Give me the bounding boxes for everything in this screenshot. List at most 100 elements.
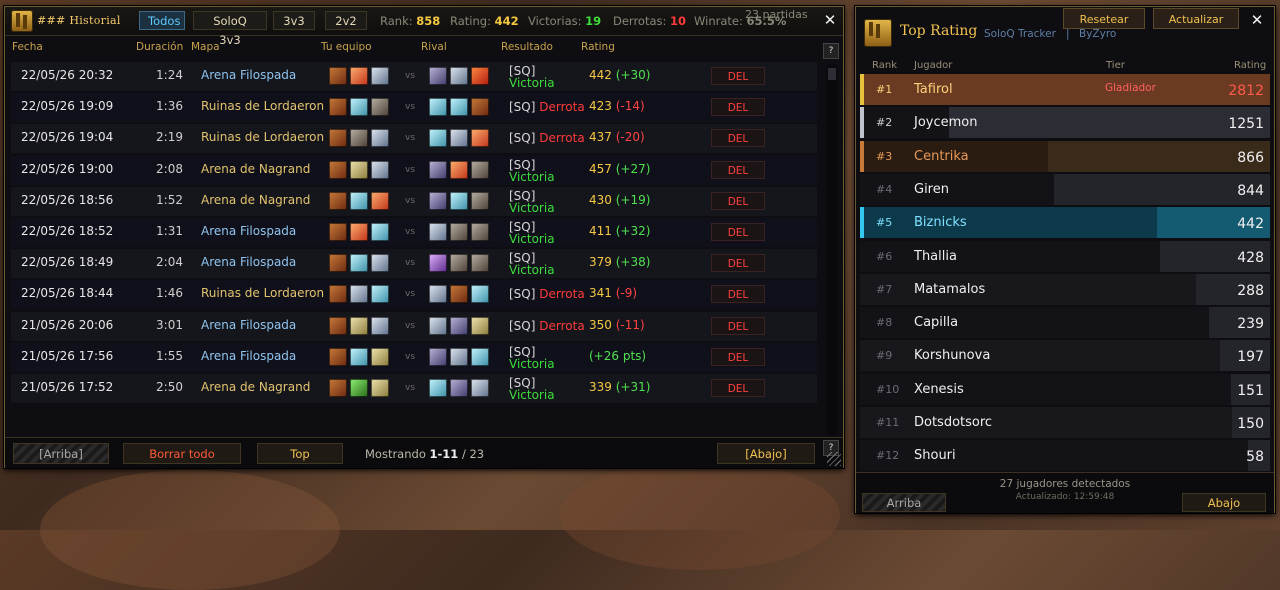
col-jugador: Jugador xyxy=(914,60,953,71)
leaderboard-row[interactable]: #3 Centrika 866 xyxy=(860,140,1270,172)
shaman-icon xyxy=(350,379,368,397)
leaderboard-row[interactable]: #8 Capilla 239 xyxy=(860,307,1270,339)
delete-button[interactable]: DEL xyxy=(711,98,765,117)
actualizar-button[interactable]: Actualizar xyxy=(1153,8,1239,29)
leaderboard-row[interactable]: #9 Korshunova 197 xyxy=(860,340,1270,372)
match-duration: 1:36 xyxy=(156,99,183,114)
rogue-icon xyxy=(371,285,389,304)
vs-label: vs xyxy=(405,258,416,269)
player-rank: #1 xyxy=(876,83,893,96)
priest-icon xyxy=(429,160,447,179)
player-name: Korshunova xyxy=(914,348,991,364)
warrior-icon xyxy=(371,67,389,85)
player-name: Biznicks xyxy=(914,215,967,231)
priest-icon xyxy=(429,67,447,85)
rank-accent xyxy=(860,207,864,239)
scrollbar[interactable] xyxy=(827,65,837,435)
rogue-icon xyxy=(350,98,368,117)
filter-button-3[interactable]: 2v2 xyxy=(325,11,367,30)
match-map: Arena Filospada xyxy=(201,348,297,363)
player-name: Tafirol xyxy=(914,82,953,97)
rival-icons xyxy=(429,98,489,117)
match-row: 22/05/26 19:00 2:08 Arena de Nagrand vs [SQ]… xyxy=(11,155,817,185)
close-icon[interactable]: ✕ xyxy=(1248,11,1266,29)
rank-accent xyxy=(860,74,864,105)
top-rating-title: Top Rating xyxy=(900,23,978,39)
delete-button[interactable]: DEL xyxy=(711,254,765,273)
filter-button-0[interactable]: Todos xyxy=(139,11,185,30)
resize-grip-icon[interactable] xyxy=(827,452,841,466)
leaderboard-row[interactable]: #4 Giren 844 xyxy=(860,173,1270,205)
leaderboard-row[interactable]: #2 Joycemon 1251 xyxy=(860,107,1270,139)
abajo-button[interactable]: Abajo xyxy=(1182,493,1266,512)
match-duration: 1:31 xyxy=(156,224,183,238)
match-date: 22/05/26 18:44 xyxy=(21,286,114,301)
filter-button-1[interactable]: SoloQ 3v3 xyxy=(193,11,267,47)
col-rating: Rating xyxy=(1234,60,1267,71)
player-rank: #11 xyxy=(876,416,900,429)
player-rank: #7 xyxy=(876,282,893,296)
druid-icon xyxy=(471,223,489,241)
match-result: [SQ] Victoria xyxy=(509,344,555,371)
arriba-button[interactable]: Arriba xyxy=(862,493,946,512)
delete-button[interactable]: DEL xyxy=(711,67,765,85)
rogue-icon xyxy=(371,223,389,241)
subtitle-tracker: SoloQ Tracker xyxy=(984,28,1056,40)
leaderboard-row[interactable]: #6 Thallia 428 xyxy=(860,240,1270,272)
close-icon[interactable]: ✕ xyxy=(821,11,839,29)
hunter-icon xyxy=(450,285,468,304)
team-icons xyxy=(329,67,389,85)
vs-label: vs xyxy=(405,71,416,81)
delete-button[interactable]: DEL xyxy=(711,223,765,241)
arriba-button[interactable]: [Arriba] xyxy=(13,443,109,464)
leaderboard-row[interactable]: #10 Xenesis 151 xyxy=(860,373,1270,405)
top-button[interactable]: Top xyxy=(257,443,343,464)
delete-button[interactable]: DEL xyxy=(711,316,765,335)
paladin-icon xyxy=(371,347,389,366)
resetear-button[interactable]: Resetear xyxy=(1063,8,1145,29)
help-icon[interactable]: ? xyxy=(823,43,839,59)
match-result: [SQ] Victoria xyxy=(509,157,555,184)
warrior-icon xyxy=(450,129,468,148)
stat-victorias: Victorias: 19 xyxy=(528,14,602,28)
addon-logo-icon xyxy=(864,19,892,47)
leaderboard-row[interactable]: #7 Matamalos 288 xyxy=(860,273,1270,305)
rogue-icon xyxy=(450,98,468,117)
borrar-todo-button[interactable]: Borrar todo xyxy=(123,443,241,464)
match-rating: 437 (-20) xyxy=(589,130,645,145)
hunter-icon xyxy=(329,98,347,117)
delete-button[interactable]: DEL xyxy=(711,129,765,148)
col-rank: Rank xyxy=(872,60,897,71)
leaderboard-row[interactable]: #12 Shouri 58 xyxy=(860,440,1270,472)
scrollbar-thumb[interactable] xyxy=(828,68,836,80)
warrior-icon xyxy=(371,129,389,148)
player-name: Xenesis xyxy=(914,381,964,397)
mage-icon xyxy=(350,67,368,85)
leaderboard-row[interactable]: #5 Biznicks 442 xyxy=(860,207,1270,239)
delete-button[interactable]: DEL xyxy=(711,285,765,304)
delete-button[interactable]: DEL xyxy=(711,160,765,179)
match-rating: 339 (+31) xyxy=(589,380,651,394)
delete-button[interactable]: DEL xyxy=(711,191,765,210)
leaderboard-row[interactable]: #11 Dotsdotsorc 150 xyxy=(860,407,1270,438)
match-row: 22/05/26 19:09 1:36 Ruinas de Lordaeron vs [… xyxy=(11,93,817,123)
vs-label: vs xyxy=(405,133,416,144)
filter-button-2[interactable]: 3v3 xyxy=(273,11,315,30)
player-rank: #3 xyxy=(876,149,893,163)
warlock-icon xyxy=(429,254,447,273)
match-map: Arena de Nagrand xyxy=(201,192,311,207)
match-result: [SQ] Victoria xyxy=(509,64,555,90)
column-header: Tu equipo xyxy=(321,41,372,53)
rival-icons xyxy=(429,379,489,397)
leaderboard-row[interactable]: #1 Tafirol Gladiador 2812 xyxy=(860,74,1270,105)
abajo-button[interactable]: [Abajo] xyxy=(717,443,815,464)
druid-icon xyxy=(371,98,389,117)
match-map: Ruinas de Lordaeron xyxy=(201,99,325,114)
team-icons xyxy=(329,191,389,210)
match-map: Ruinas de Lordaeron xyxy=(201,286,325,301)
delete-button[interactable]: DEL xyxy=(711,347,765,366)
rogue-icon xyxy=(429,98,447,117)
delete-button[interactable]: DEL xyxy=(711,379,765,397)
team-icons xyxy=(329,254,389,273)
match-rating: 442 (+30) xyxy=(589,68,651,82)
